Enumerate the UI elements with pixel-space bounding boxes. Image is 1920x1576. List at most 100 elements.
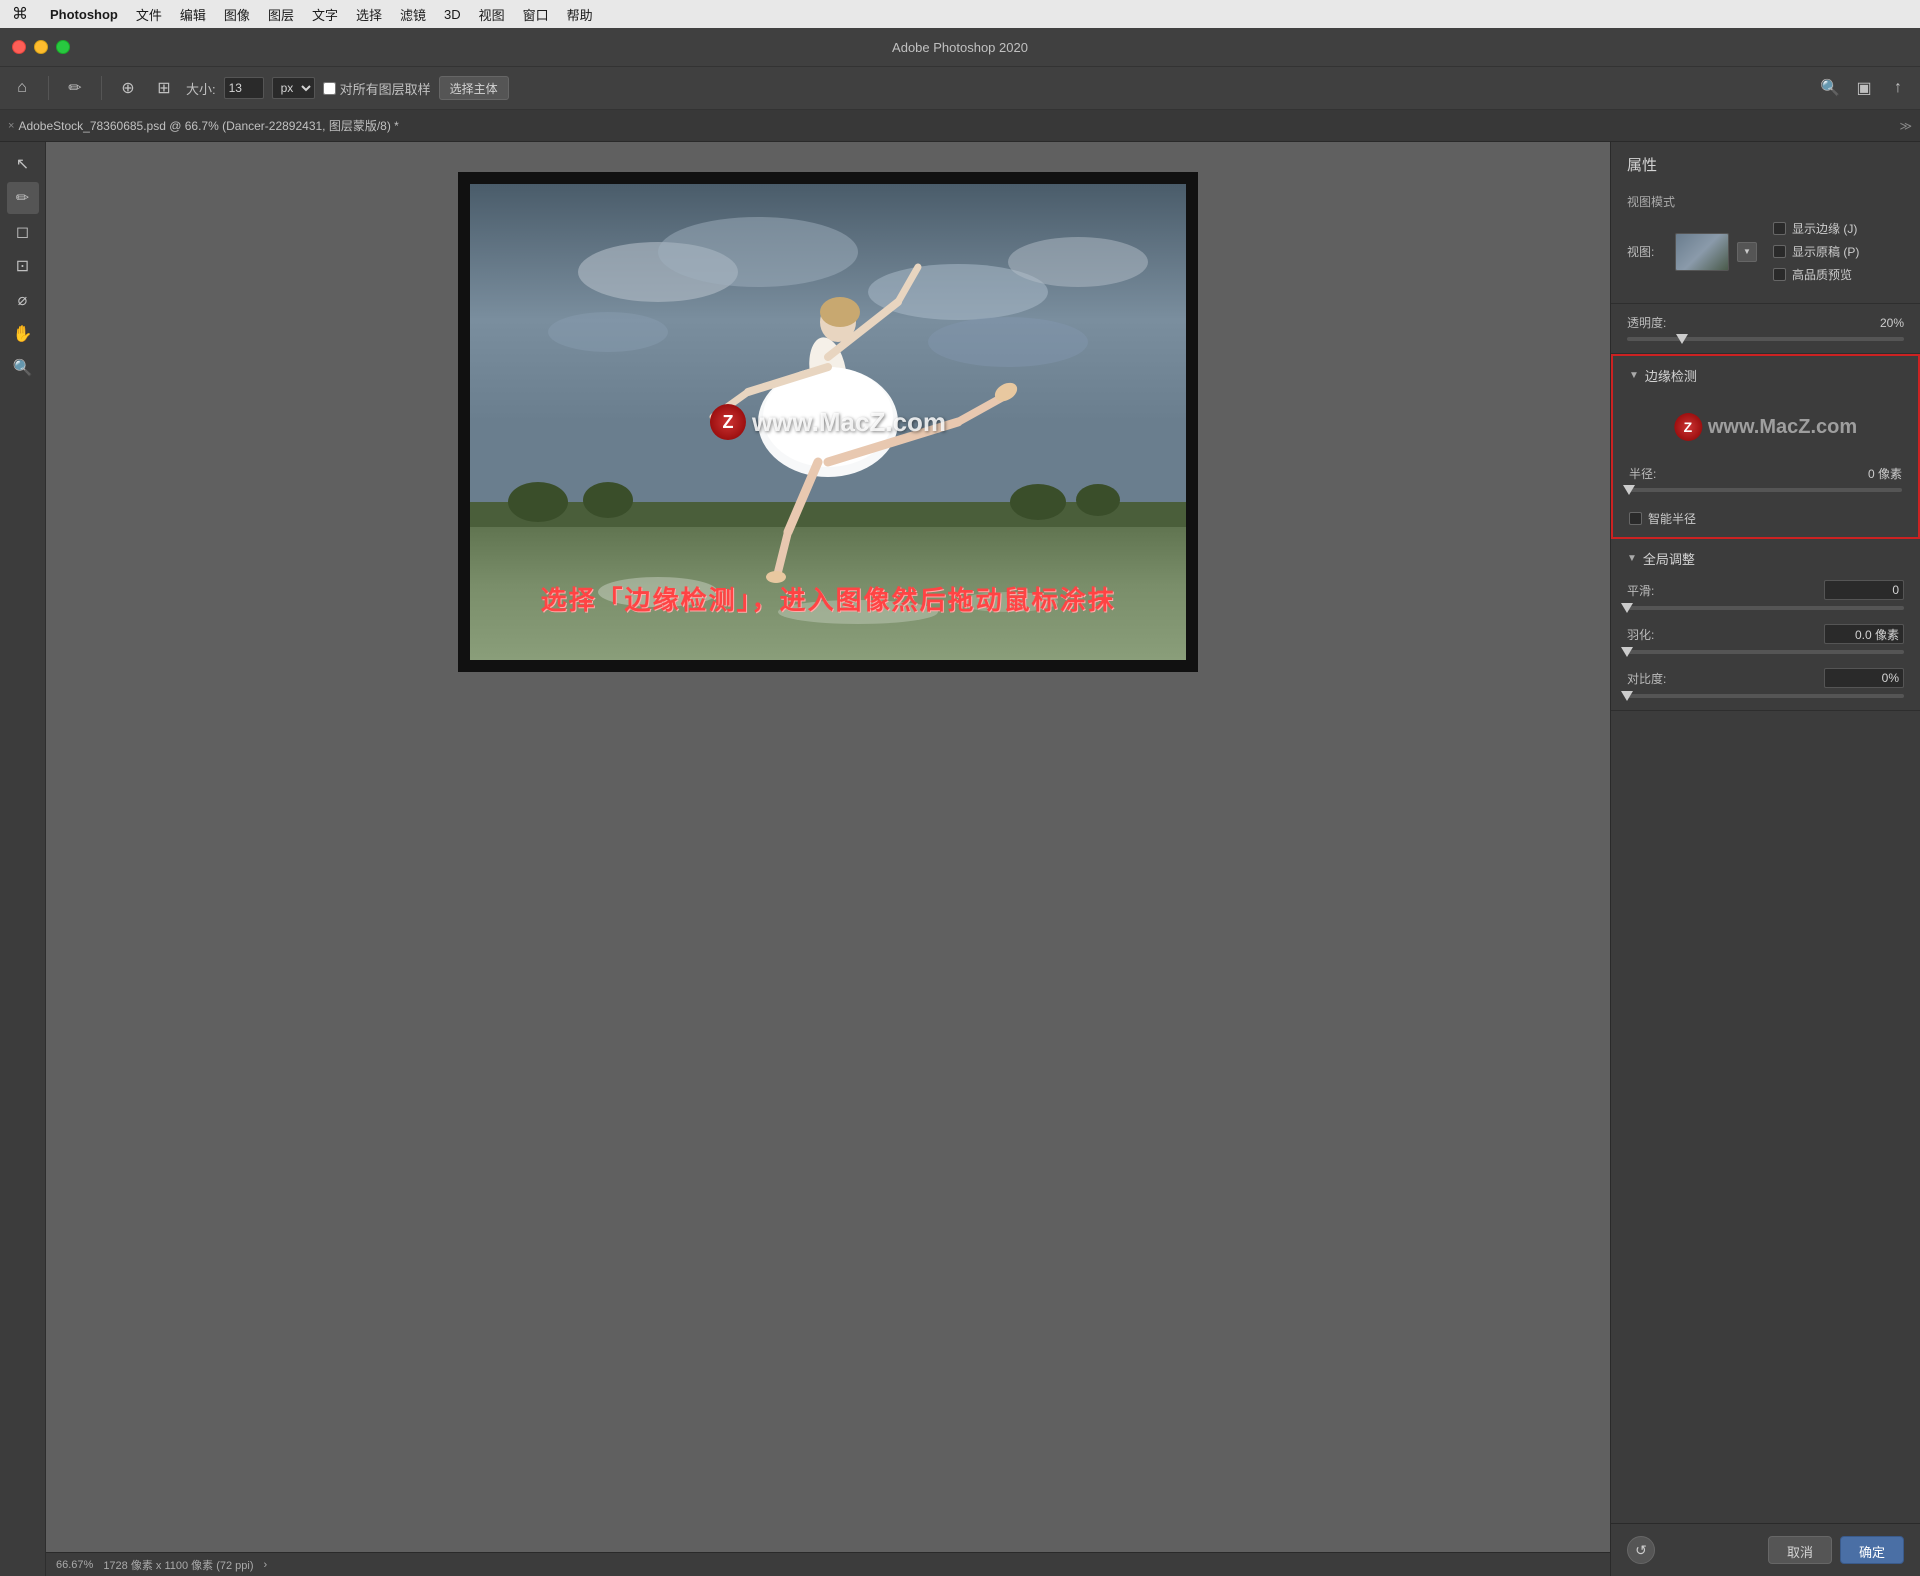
transparency-label: 透明度: [1627,314,1667,331]
zoom-tool-icon[interactable]: 🔍 [7,352,39,384]
hand-tool-icon[interactable]: ✋ [7,318,39,350]
menu-file[interactable]: 文件 [136,5,162,24]
left-toolbar: ↖ ✏ ◻ ⊡ ⌀ ✋ 🔍 [0,142,46,1576]
dimensions-text: 1728 像素 x 1100 像素 (72 ppi) [103,1557,253,1573]
transparency-value: 20% [1880,316,1904,330]
canvas-caption: 选择「边缘检测」，进入图像然后拖动鼠标涂抹 [540,580,1115,617]
radius-thumb[interactable] [1623,485,1635,495]
size-label: 大小: [186,79,216,98]
layout-icon[interactable]: ▣ [1850,74,1878,102]
target-icon[interactable]: ⊕ [114,74,142,102]
contrast-input[interactable] [1824,668,1904,688]
feather-thumb[interactable] [1621,647,1633,657]
transparency-thumb[interactable] [1676,334,1688,344]
menu-text[interactable]: 文字 [312,5,338,24]
high-quality-label: 高品质预览 [1792,266,1852,283]
right-panel: 属性 视图模式 视图: ▼ 显示边缘 (J) 显示原稿 (P) [1610,142,1920,1576]
smooth-thumb[interactable] [1621,603,1633,613]
edge-watermark-area: Z www.MacZ.com [1629,397,1902,457]
feather-label: 羽化: [1627,626,1667,643]
high-quality-checkbox[interactable] [1773,268,1786,281]
global-collapse[interactable]: ▼ 全局调整 [1627,549,1904,568]
tab-label[interactable]: AdobeStock_78360685.psd @ 66.7% (Dancer-… [18,117,398,134]
contrast-label: 对比度: [1627,670,1667,687]
menu-layer[interactable]: 图层 [268,5,294,24]
canvas-wrapper: Z www.MacZ.com 选择「边缘检测」，进入图像然后拖动鼠标涂抹 [458,172,1198,672]
feather-input[interactable] [1824,624,1904,644]
show-original-label: 显示原稿 (P) [1792,243,1859,260]
canvas-area[interactable]: Z www.MacZ.com 选择「边缘检测」，进入图像然后拖动鼠标涂抹 66.… [46,142,1610,1576]
selection-tool-icon[interactable]: ⊡ [7,250,39,282]
panel-title: 属性 [1611,142,1920,183]
menu-image[interactable]: 图像 [224,5,250,24]
lasso-tool-icon[interactable]: ⌀ [7,284,39,316]
high-quality-item[interactable]: 高品质预览 [1773,266,1859,283]
global-adjustments-title: 全局调整 [1643,549,1695,568]
target2-icon[interactable]: ⊞ [150,74,178,102]
menu-photoshop[interactable]: Photoshop [50,7,118,22]
view-dropdown-btn[interactable]: ▼ [1737,242,1757,262]
edge-spacer [1629,494,1902,510]
brush-tool-icon[interactable]: ✏ [7,182,39,214]
tab-bar: × AdobeStock_78360685.psd @ 66.7% (Dance… [0,110,1920,142]
menu-select[interactable]: 选择 [356,5,382,24]
transparency-section: 透明度: 20% [1611,304,1920,354]
show-edge-item[interactable]: 显示边缘 (J) [1773,220,1859,237]
sample-all-checkbox[interactable] [323,82,336,95]
maximize-button[interactable] [56,40,70,54]
brush-tool-icon[interactable]: ✏ [61,74,89,102]
search-icon[interactable]: 🔍 [1816,74,1844,102]
toolbar-sep-1 [48,76,49,100]
contrast-slider[interactable] [1627,694,1904,698]
move-tool-icon[interactable]: ↖ [7,148,39,180]
view-preview-thumbnail[interactable] [1675,233,1729,271]
bottom-buttons: ↺ 取消 确定 [1611,1523,1920,1576]
smart-radius-checkbox[interactable] [1629,512,1642,525]
edge-detection-title: 边缘检测 [1645,366,1697,385]
show-edge-checkbox[interactable] [1773,222,1786,235]
adj-spacer2 [1627,656,1904,668]
zoom-level: 66.67% [56,1559,93,1571]
cancel-button[interactable]: 取消 [1768,1536,1832,1564]
tab-close-icon[interactable]: × [8,120,14,132]
toolbar-right: 🔍 ▣ ↑ [1816,74,1912,102]
apple-menu[interactable]: ⌘ [12,4,28,24]
menu-filter[interactable]: 滤镜 [400,5,426,24]
status-arrow[interactable]: › [264,1559,268,1571]
share-icon[interactable]: ↑ [1884,74,1912,102]
smooth-slider[interactable] [1627,606,1904,610]
feather-slider[interactable] [1627,650,1904,654]
show-edge-label: 显示边缘 (J) [1792,220,1857,237]
home-icon[interactable]: ⌂ [8,74,36,102]
contrast-thumb[interactable] [1621,691,1633,701]
radius-row: 半径: 0 像素 [1629,465,1902,482]
show-original-item[interactable]: 显示原稿 (P) [1773,243,1859,260]
size-dropdown[interactable]: px [272,77,315,99]
menu-window[interactable]: 窗口 [523,5,549,24]
eraser-tool-icon[interactable]: ◻ [7,216,39,248]
select-subject-btn[interactable]: 选择主体 [439,76,509,100]
global-adjustments-section: ▼ 全局调整 平滑: 羽化: 对比度: [1611,539,1920,711]
menu-help[interactable]: 帮助 [567,5,593,24]
edge-watermark-logo: Z [1674,413,1702,441]
close-button[interactable] [12,40,26,54]
menu-3d[interactable]: 3D [444,7,461,22]
menu-bar: ⌘ Photoshop 文件 编辑 图像 图层 文字 选择 滤镜 3D 视图 窗… [0,0,1920,28]
radius-value: 0 像素 [1868,465,1902,482]
global-collapse-arrow: ▼ [1627,553,1637,564]
edge-detection-collapse[interactable]: ▼ 边缘检测 [1629,366,1902,385]
size-input[interactable] [224,77,264,99]
transparency-slider[interactable] [1627,337,1904,341]
radius-slider[interactable] [1629,488,1902,492]
smart-radius-item[interactable]: 智能半径 [1629,510,1902,527]
tab-more-icon[interactable]: ≫ [1899,119,1912,133]
reset-button[interactable]: ↺ [1627,1536,1655,1564]
ok-button[interactable]: 确定 [1840,1536,1904,1564]
view-mode-title: 视图模式 [1627,193,1904,210]
contrast-row: 对比度: [1627,668,1904,688]
minimize-button[interactable] [34,40,48,54]
show-original-checkbox[interactable] [1773,245,1786,258]
menu-edit[interactable]: 编辑 [180,5,206,24]
menu-view[interactable]: 视图 [479,5,505,24]
smooth-input[interactable] [1824,580,1904,600]
